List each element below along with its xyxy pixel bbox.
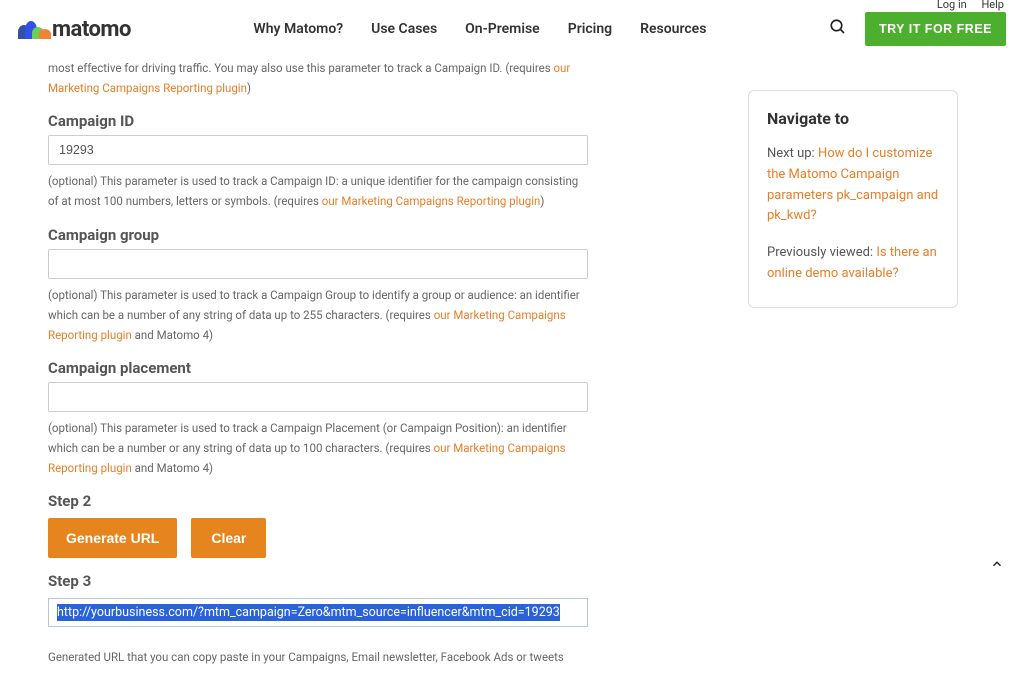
campaign-group-label: Campaign group: [48, 226, 588, 244]
generated-url-output[interactable]: http://yourbusiness.com/?mtm_campaign=Ze…: [48, 598, 588, 627]
main-header: matomo Why Matomo? Use Cases On-Premise …: [0, 0, 1024, 58]
search-icon[interactable]: [829, 18, 847, 40]
campaign-placement-input[interactable]: [48, 382, 588, 412]
login-link[interactable]: Log in: [937, 0, 967, 11]
clear-button[interactable]: Clear: [191, 518, 266, 558]
nav-use-cases[interactable]: Use Cases: [371, 21, 437, 37]
navigate-title: Navigate to: [767, 109, 939, 128]
brand-logo[interactable]: matomo: [18, 17, 131, 42]
scroll-to-top[interactable]: [984, 551, 1010, 577]
brand-name: matomo: [52, 17, 131, 42]
prev-viewed: Previously viewed: Is there an online de…: [767, 243, 939, 285]
campaign-group-help: (optional) This parameter is used to tra…: [48, 285, 588, 345]
nav-pricing[interactable]: Pricing: [568, 21, 612, 37]
help-link[interactable]: Help: [981, 0, 1004, 11]
next-up: Next up: How do I customize the Matomo C…: [767, 144, 939, 227]
generated-url-text: http://yourbusiness.com/?mtm_campaign=Ze…: [57, 604, 560, 621]
generate-url-button[interactable]: Generate URL: [48, 518, 177, 558]
logo-icon: [18, 19, 46, 39]
chevron-up-icon: [990, 557, 1004, 571]
campaign-id-help: (optional) This parameter is used to tra…: [48, 171, 588, 211]
nav-why-matomo[interactable]: Why Matomo?: [253, 21, 343, 37]
utility-bar: Log in Help: [925, 0, 1004, 11]
nav-on-premise[interactable]: On-Premise: [465, 21, 540, 37]
navigate-card: Navigate to Next up: How do I customize …: [748, 90, 958, 308]
nav-resources[interactable]: Resources: [640, 21, 706, 37]
campaign-group-input[interactable]: [48, 249, 588, 279]
campaign-placement-label: Campaign placement: [48, 359, 588, 377]
header-right: TRY IT FOR FREE: [829, 12, 1006, 46]
step-3-title: Step 3: [48, 572, 588, 590]
main-content: most effective for driving traffic. You …: [48, 58, 588, 681]
plugin-link-2[interactable]: our Marketing Campaigns Reporting plugin: [322, 194, 541, 208]
campaign-id-label: Campaign ID: [48, 112, 588, 130]
content-help: most effective for driving traffic. You …: [48, 58, 588, 98]
step-2-title: Step 2: [48, 492, 588, 510]
campaign-id-input[interactable]: [48, 135, 588, 165]
generated-help: Generated URL that you can copy paste in…: [48, 647, 588, 667]
try-free-button[interactable]: TRY IT FOR FREE: [865, 12, 1006, 46]
campaign-placement-help: (optional) This parameter is used to tra…: [48, 418, 588, 478]
sidebar: Navigate to Next up: How do I customize …: [748, 90, 958, 681]
main-nav: Why Matomo? Use Cases On-Premise Pricing…: [253, 21, 706, 37]
